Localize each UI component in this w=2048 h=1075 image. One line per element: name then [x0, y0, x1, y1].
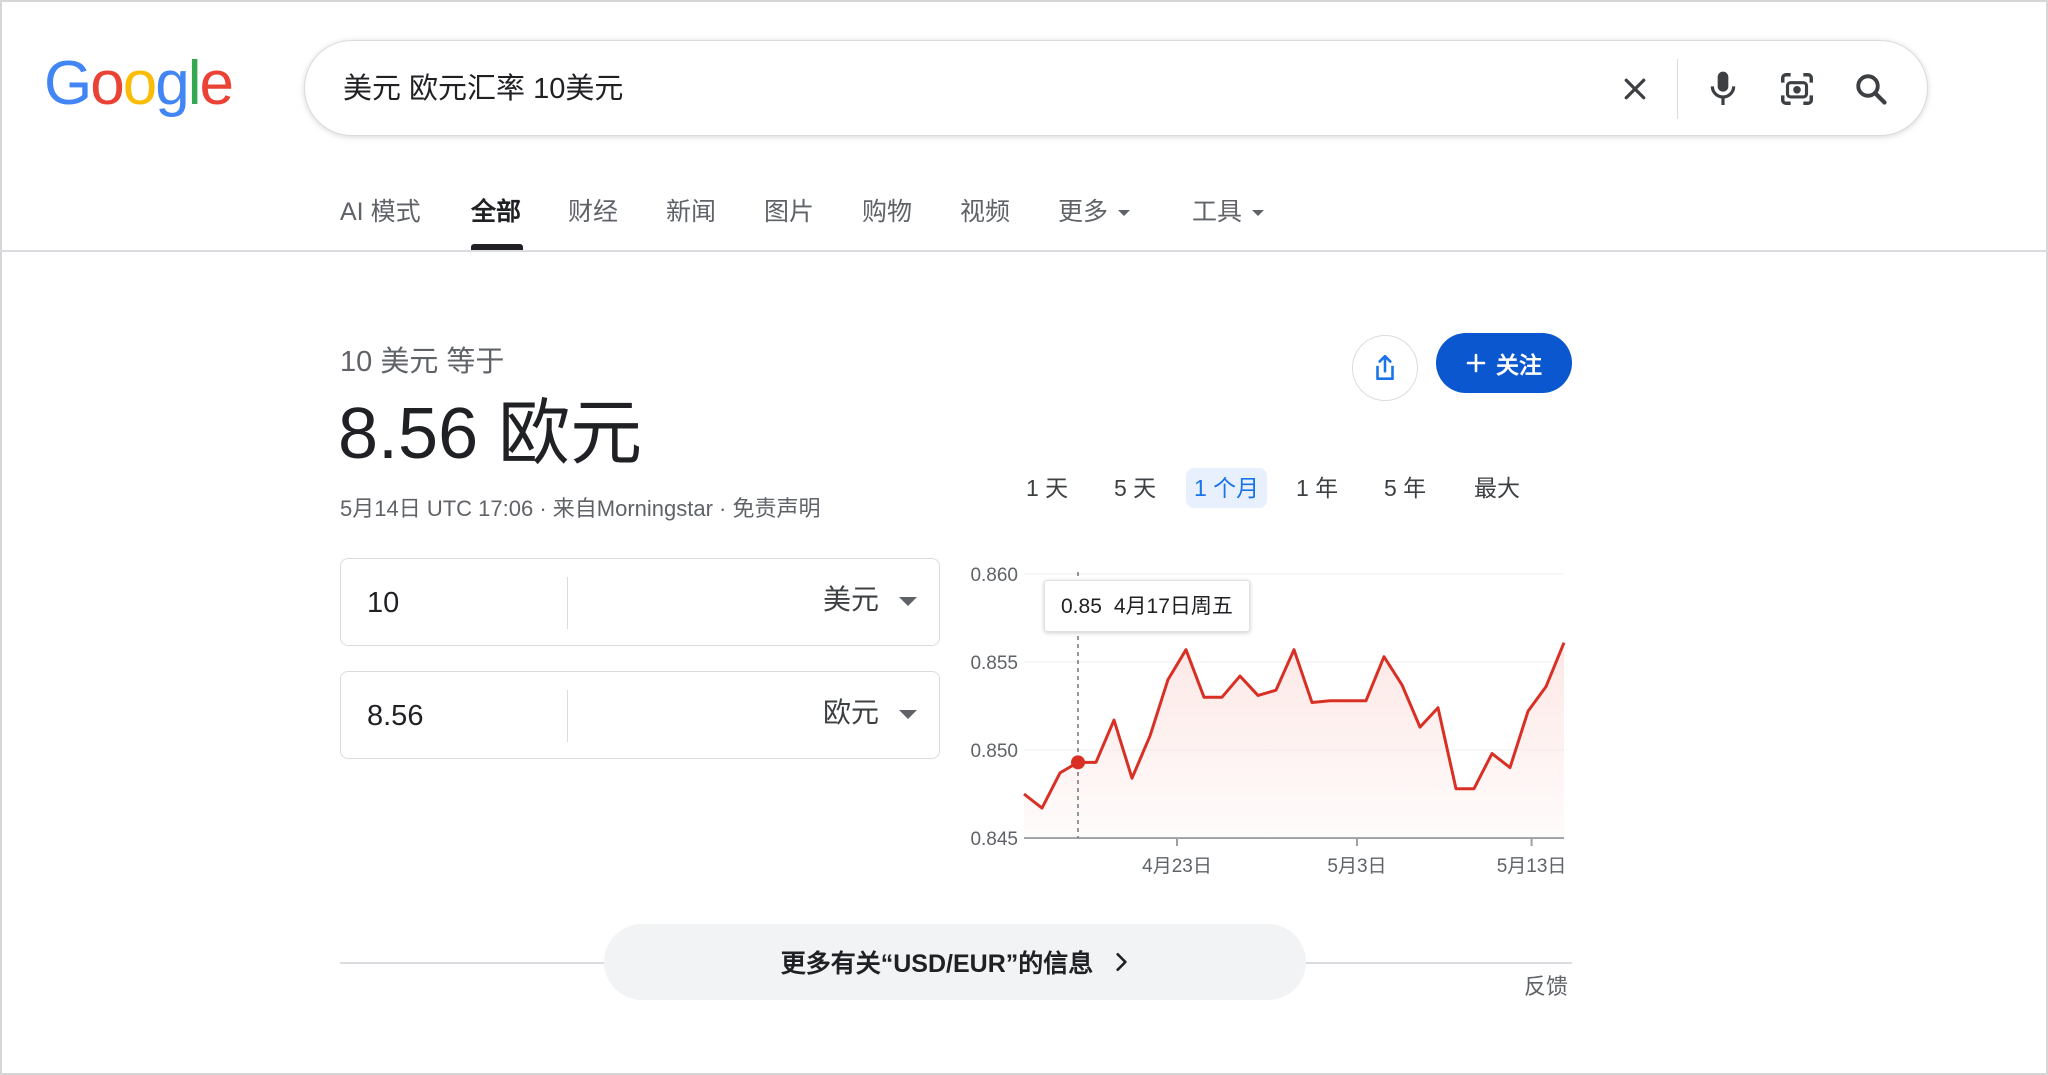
from-currency-select[interactable]: 美元: [823, 559, 879, 641]
tab-more[interactable]: 更多: [1058, 190, 1131, 234]
y-tick-label: 0.860: [970, 565, 1018, 586]
meta-timestamp: 5月14日 UTC 17:06: [340, 496, 534, 521]
meta-source-link[interactable]: 来自Morningstar: [553, 496, 713, 521]
chevron-down-icon: [1118, 210, 1131, 216]
conversion-meta: 5月14日 UTC 17:06 · 来自Morningstar · 免责声明: [340, 494, 821, 524]
chart-tooltip: 0.85 4月17日周五: [1044, 580, 1250, 632]
window-frame: [0, 0, 2048, 1075]
search-box[interactable]: 美元 欧元汇率 10美元: [304, 40, 1928, 136]
more-info-button[interactable]: 更多有关“USD/EUR”的信息: [604, 924, 1306, 1000]
tooltip-date: 4月17日周五: [1113, 595, 1233, 618]
plus-icon: [1466, 353, 1486, 373]
to-currency-select[interactable]: 欧元: [823, 672, 879, 754]
meta-separator: ·: [533, 496, 553, 521]
range-1-year[interactable]: 1 年: [1296, 468, 1338, 508]
conversion-result: 8.56 欧元: [338, 394, 643, 474]
logo-letter: G: [44, 49, 92, 118]
tab-label: 财经: [568, 198, 619, 226]
logo-letter: e: [199, 49, 234, 118]
range-1-day[interactable]: 1 天: [1026, 468, 1068, 508]
follow-button[interactable]: 关注: [1436, 333, 1572, 393]
range-max[interactable]: 最大: [1474, 468, 1520, 508]
field-divider: [567, 690, 568, 742]
follow-label: 关注: [1496, 352, 1542, 378]
y-tick-label: 0.845: [970, 829, 1018, 850]
dropdown-caret-icon[interactable]: [899, 710, 917, 719]
range-1-month[interactable]: 1 个月: [1186, 468, 1268, 508]
chevron-down-icon: [1252, 210, 1265, 216]
tab-all[interactable]: 全部: [471, 190, 521, 234]
tab-label: AI 模式: [340, 198, 421, 226]
share-button[interactable]: [1352, 335, 1418, 401]
x-tick-label: 5月3日: [1327, 856, 1386, 877]
feedback-link[interactable]: 反馈: [1524, 972, 1568, 1002]
hover-point: [1071, 755, 1085, 770]
tab-label: 工具: [1192, 198, 1243, 226]
range-5-years[interactable]: 5 年: [1384, 468, 1426, 508]
conversion-label: 10 美元 等于: [340, 346, 505, 378]
to-amount-input[interactable]: 8.56: [367, 672, 423, 760]
tab-label: 新闻: [666, 198, 717, 226]
disclaimer-link[interactable]: 免责声明: [732, 496, 820, 521]
y-tick-label: 0.850: [970, 741, 1018, 762]
to-currency-field: 8.56 欧元: [340, 671, 940, 759]
x-tick-label: 5月13日: [1497, 856, 1567, 877]
meta-separator: ·: [712, 496, 733, 521]
tab-tools[interactable]: 工具: [1192, 190, 1265, 234]
logo-letter: o: [90, 49, 125, 118]
tab-label: 购物: [862, 198, 913, 226]
header-divider: [0, 250, 2048, 252]
range-5-days[interactable]: 5 天: [1114, 468, 1156, 508]
tab-images[interactable]: 图片: [764, 190, 814, 234]
logo-letter: g: [155, 49, 190, 118]
chevron-right-icon: [1116, 952, 1127, 972]
more-info-label: 更多有关“USD/EUR”的信息: [780, 950, 1094, 978]
from-amount-input[interactable]: 10: [367, 559, 399, 647]
y-tick-label: 0.855: [970, 653, 1018, 674]
dropdown-caret-icon[interactable]: [899, 597, 917, 606]
share-icon: [1376, 354, 1394, 380]
tooltip-value: 0.85: [1061, 595, 1102, 618]
search-divider: [1677, 59, 1678, 119]
tab-label: 视频: [960, 198, 1011, 226]
close-icon[interactable]: [1611, 65, 1659, 113]
tab-finance[interactable]: 财经: [568, 190, 618, 234]
logo-letter: o: [122, 49, 158, 118]
tab-videos[interactable]: 视频: [960, 190, 1010, 234]
search-input[interactable]: 美元 欧元汇率 10美元: [343, 41, 623, 137]
from-currency-field: 10 美元: [340, 558, 940, 646]
tab-ai-mode[interactable]: AI 模式: [340, 190, 421, 234]
tab-label: 更多: [1058, 198, 1109, 226]
tab-label: 图片: [764, 198, 815, 226]
x-tick-label: 4月23日: [1142, 856, 1212, 877]
tab-news[interactable]: 新闻: [666, 190, 716, 234]
field-divider: [567, 577, 568, 629]
tab-label: 全部: [471, 198, 522, 226]
lens-icon[interactable]: [1773, 65, 1821, 113]
logo-letter: l: [187, 49, 202, 118]
tab-shopping[interactable]: 购物: [862, 190, 912, 234]
search-icon[interactable]: [1847, 65, 1895, 113]
mic-icon[interactable]: [1699, 65, 1747, 113]
google-logo[interactable]: Google: [44, 49, 234, 118]
